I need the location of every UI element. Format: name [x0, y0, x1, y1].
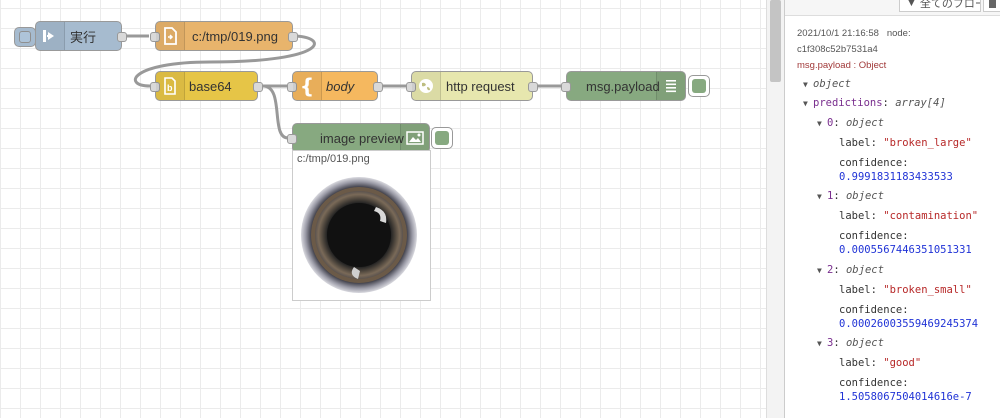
filter-flows-button[interactable]: ▼ 全てのフロー: [899, 0, 981, 12]
tree-predictions[interactable]: ▼ predictions: array[4]: [803, 97, 946, 109]
output-port[interactable]: [373, 82, 383, 92]
debug-toggle-button[interactable]: [688, 75, 710, 97]
tree-item-1[interactable]: ▼ 1: object: [817, 190, 884, 202]
debug-message-header: 2021/10/1 21:16:58 node: c1f308c52b7531a…: [797, 26, 997, 74]
node-inject[interactable]: 実行: [35, 21, 127, 51]
tree-confidence-key-2: confidence:: [839, 304, 909, 316]
svg-text:b: b: [167, 83, 173, 93]
output-port[interactable]: [253, 82, 263, 92]
node-label: image preview: [320, 130, 404, 146]
bottle-image: [301, 177, 417, 293]
file-icon: [156, 22, 185, 50]
expand-icon: ▼: [817, 266, 822, 275]
node-image-preview[interactable]: image preview: [287, 123, 430, 153]
image-preview-panel: c:/tmp/019.png: [292, 150, 431, 301]
inject-trigger-button[interactable]: [14, 27, 36, 47]
message-node-label: node:: [886, 28, 911, 39]
node-label: body: [326, 78, 355, 94]
preview-caption: c:/tmp/019.png: [297, 153, 370, 165]
node-label: 実行: [70, 29, 97, 45]
tree-confidence-0: 0.9991831183433533: [839, 171, 953, 183]
node-debug[interactable]: msg.payload: [561, 71, 686, 101]
filter-icon: ▼: [906, 0, 917, 9]
scrollbar-thumb[interactable]: [770, 0, 781, 82]
image-icon: [400, 124, 429, 152]
filter-label: 全てのフロー: [919, 0, 981, 10]
node-label: http request: [446, 78, 515, 94]
output-port[interactable]: [528, 82, 538, 92]
message-node-id[interactable]: c1f308c52b7531a4: [797, 42, 997, 58]
input-port[interactable]: [561, 82, 571, 92]
clear-messages-button[interactable]: [983, 0, 1000, 12]
workspace-scrollbar[interactable]: [766, 0, 784, 418]
expand-icon: ▼: [803, 80, 808, 89]
base64-icon: b: [156, 72, 185, 100]
tree-confidence-key-1: confidence:: [839, 230, 909, 242]
tree-confidence-2: 0.00026003559469245374: [839, 318, 979, 330]
tree-label-1: label: "contamination": [839, 210, 979, 222]
debug-toolbar: ▼ 全てのフロー: [785, 0, 1000, 16]
tree-item-0[interactable]: ▼ 0: object: [817, 117, 884, 129]
tree-label-3: label: "good": [839, 357, 922, 369]
flow-workspace[interactable]: 実行 c:/tmp/019.png b base64 { body http r…: [0, 0, 766, 418]
node-label: c:/tmp/019.png: [192, 28, 278, 44]
output-port[interactable]: [117, 32, 127, 42]
tree-item-3[interactable]: ▼ 3: object: [817, 337, 884, 349]
node-body[interactable]: { body: [287, 71, 383, 101]
message-timestamp: 2021/10/1 21:16:58: [797, 28, 879, 39]
node-label: msg.payload: [586, 78, 660, 94]
tree-label-0: label: "broken_large": [839, 137, 972, 149]
message-topic: msg.payload : Object: [797, 60, 887, 71]
tree-confidence-1: 0.0005567446351051331: [839, 244, 972, 256]
output-port[interactable]: [288, 32, 298, 42]
list-icon: [656, 72, 685, 100]
tree-confidence-key-3: confidence:: [839, 377, 909, 389]
wire-base64-preview: [262, 84, 289, 140]
node-http-request[interactable]: http request: [406, 71, 538, 101]
arrow-right-icon: [36, 22, 65, 50]
debug-sidebar: ▼ 全てのフロー 2021/10/1 21:16:58 node: c1f308…: [784, 0, 1000, 418]
trash-icon: [988, 0, 996, 8]
tree-item-2[interactable]: ▼ 2: object: [817, 264, 884, 276]
expand-icon: ▼: [817, 339, 822, 348]
node-base64[interactable]: b base64: [150, 71, 263, 101]
expand-icon: ▼: [803, 99, 808, 108]
tree-label-2: label: "broken_small": [839, 284, 972, 296]
preview-toggle-button[interactable]: [431, 127, 453, 149]
globe-icon: [412, 72, 441, 100]
tree-confidence-key-0: confidence:: [839, 157, 909, 169]
node-label: base64: [189, 78, 232, 94]
tree-confidence-3: 1.5058067504014616e-7: [839, 391, 972, 403]
expand-icon: ▼: [817, 119, 822, 128]
expand-icon: ▼: [817, 192, 822, 201]
braces-icon: {: [293, 72, 322, 100]
input-port[interactable]: [287, 134, 297, 144]
tree-root[interactable]: ▼ object: [803, 78, 851, 90]
node-file-in[interactable]: c:/tmp/019.png: [150, 21, 298, 51]
